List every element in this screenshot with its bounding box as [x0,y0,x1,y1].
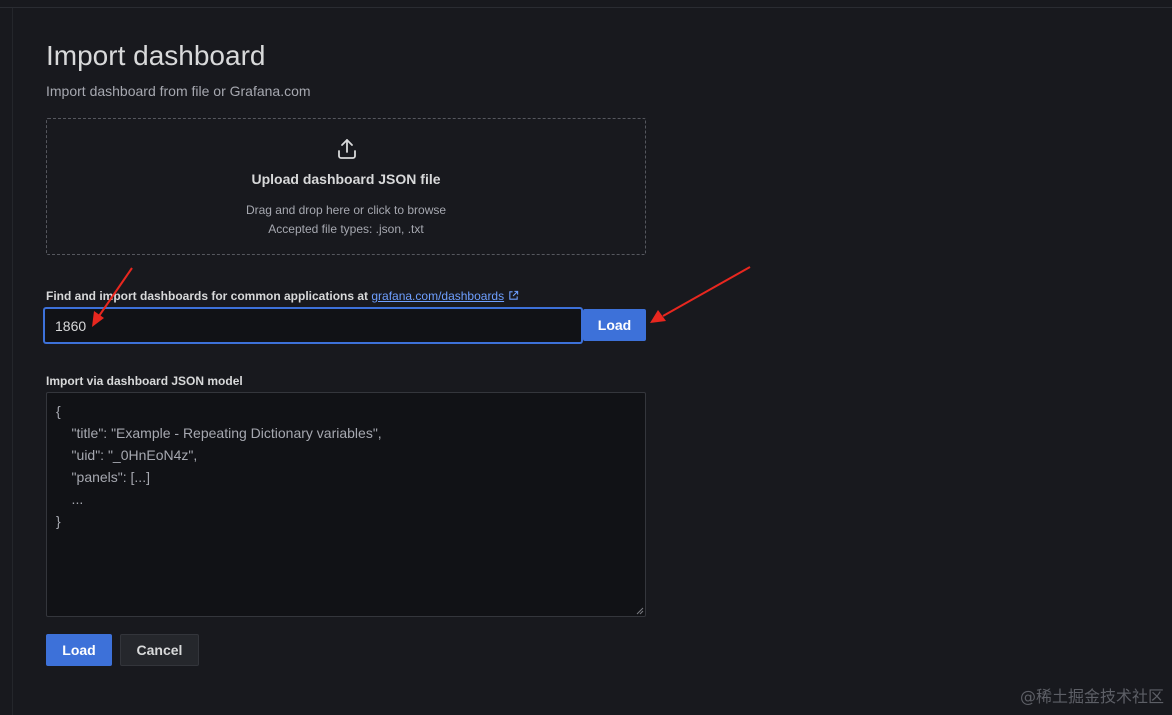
json-model-label: Import via dashboard JSON model [46,374,243,388]
json-model-textarea[interactable]: { "title": "Example - Repeating Dictiona… [46,392,646,617]
upload-hint: Drag and drop here or click to browse [245,203,447,217]
external-link-icon[interactable] [508,290,519,301]
page-subtitle: Import dashboard from file or Grafana.co… [46,83,311,99]
cancel-button[interactable]: Cancel [120,634,199,666]
json-placeholder-line: ... [56,491,84,507]
json-placeholder-line: "title": "Example - Repeating Dictionary… [56,425,382,441]
load-button[interactable]: Load [46,634,112,666]
json-placeholder-line: "uid": "_0HnEoN4z", [56,447,198,463]
grafana-com-link[interactable]: grafana.com/dashboards [371,289,504,303]
watermark: @稀土掘金技术社区 [1019,687,1164,706]
json-placeholder-line: "panels": [...] [56,469,150,485]
grafana-com-id-input[interactable] [44,308,582,343]
left-nav-rail [0,8,13,715]
grafana-com-label: Find and import dashboards for common ap… [46,289,519,303]
json-placeholder-line: } [56,513,61,529]
upload-title: Upload dashboard JSON file [251,171,441,187]
json-placeholder-line: { [56,403,61,419]
arrow-to-load-annotation [650,266,751,323]
top-bar-edge [0,0,1172,8]
upload-icon [338,139,356,159]
page-title: Import dashboard [46,40,266,71]
upload-dropzone[interactable]: Upload dashboard JSON file Drag and drop… [46,118,646,255]
grafana-com-load-button[interactable]: Load [583,309,646,341]
accepted-file-types: Accepted file types: .json, .txt [268,222,424,236]
resize-grip-icon[interactable] [634,605,644,615]
grafana-com-label-text: Find and import dashboards for common ap… [46,289,372,303]
